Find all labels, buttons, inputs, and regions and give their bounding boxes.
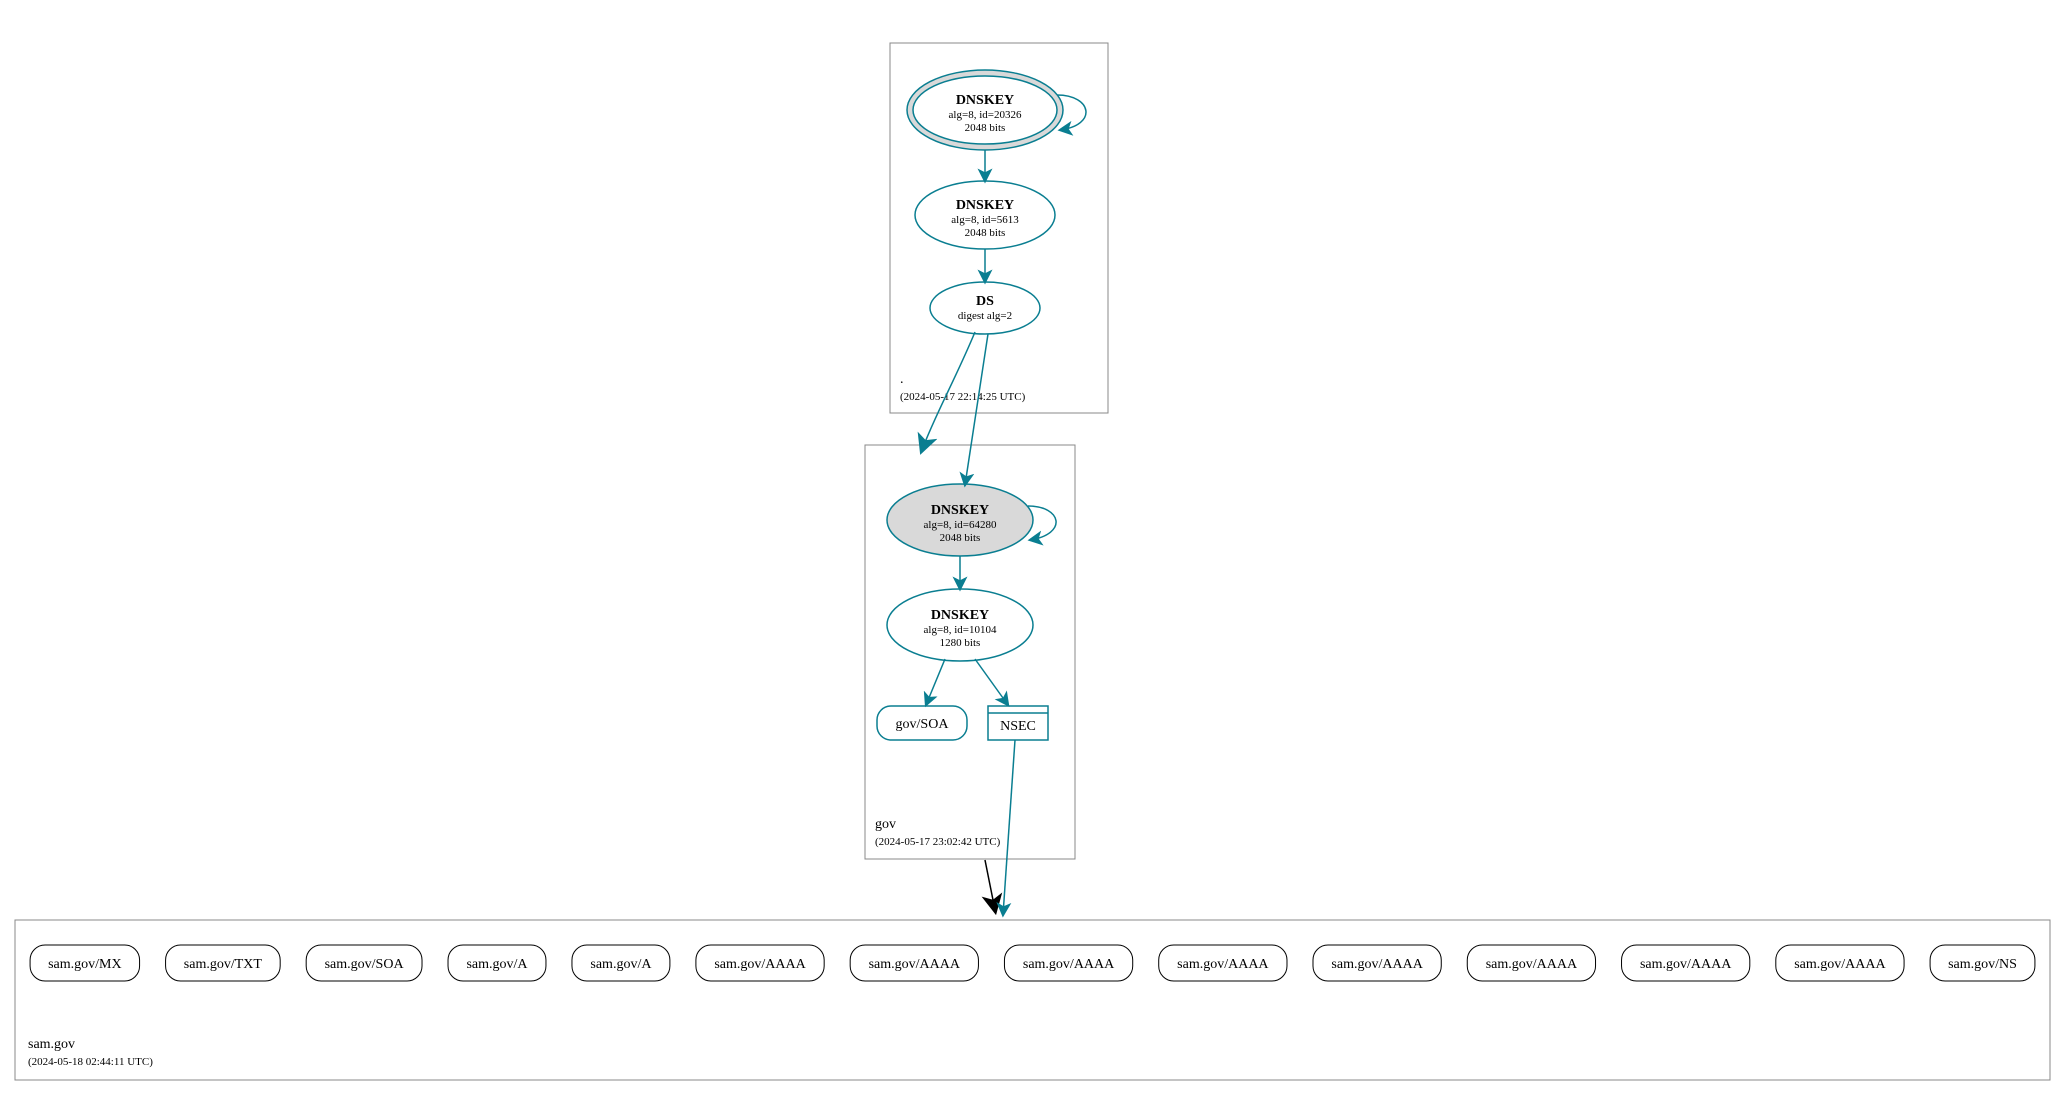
- gov-zsk-bits: 1280 bits: [940, 637, 981, 649]
- gov-nsec-label: NSEC: [1000, 719, 1036, 734]
- gov-zsk-alg: alg=8, id=10104: [924, 624, 997, 636]
- gov-ksk-bits: 2048 bits: [940, 532, 981, 544]
- leaf-label: sam.gov/AAAA: [1331, 957, 1423, 972]
- root-ksk-title: DNSKEY: [956, 93, 1014, 108]
- leaf-node: sam.gov/NS: [1930, 945, 2035, 981]
- node-gov-ksk: DNSKEY alg=8, id=64280 2048 bits: [887, 484, 1033, 556]
- leaf-label: sam.gov/AAAA: [1486, 957, 1578, 972]
- root-ksk-bits: 2048 bits: [965, 122, 1006, 134]
- edge-nsec-sam: [1003, 740, 1015, 915]
- root-ds-alg: digest alg=2: [958, 310, 1012, 322]
- node-root-ds: DS digest alg=2: [930, 282, 1040, 334]
- zone-gov-date: (2024-05-17 23:02:42 UTC): [875, 836, 1001, 848]
- leaf-label: sam.gov/AAAA: [714, 957, 806, 972]
- leaf-label: sam.gov/A: [466, 957, 528, 972]
- zone-sam-name: sam.gov: [28, 1037, 75, 1052]
- leaf-label: sam.gov/AAAA: [869, 957, 961, 972]
- gov-ksk-title: DNSKEY: [931, 503, 989, 518]
- leaf-node: sam.gov/A: [572, 945, 670, 981]
- node-gov-soa: gov/SOA: [877, 706, 967, 740]
- edge-ds-govksk-thin: [965, 334, 988, 485]
- gov-ksk-alg: alg=8, id=64280: [924, 519, 997, 531]
- leaf-node: sam.gov/AAAA: [696, 945, 824, 981]
- leaf-node: sam.gov/AAAA: [1159, 945, 1287, 981]
- leaf-node: sam.gov/AAAA: [1776, 945, 1904, 981]
- leaf-node: sam.gov/MX: [30, 945, 140, 981]
- leaf-nodes: sam.gov/MX sam.gov/TXT sam.gov/SOA sam.gov/…: [30, 945, 2035, 981]
- zone-gov-name: gov: [875, 817, 896, 832]
- node-root-zsk: DNSKEY alg=8, id=5613 2048 bits: [915, 181, 1055, 249]
- zone-root-name: .: [900, 372, 904, 387]
- leaf-label: sam.gov/AAAA: [1794, 957, 1886, 972]
- edge-govzsk-nsec: [975, 659, 1008, 705]
- edge-gov-sam-black: [985, 860, 995, 910]
- leaf-label: sam.gov/NS: [1948, 957, 2017, 972]
- zone-sam-date: (2024-05-18 02:44:11 UTC): [28, 1056, 153, 1068]
- leaf-node: sam.gov/AAAA: [1004, 945, 1132, 981]
- root-ksk-alg: alg=8, id=20326: [949, 109, 1022, 121]
- leaf-label: sam.gov/SOA: [325, 957, 405, 972]
- leaf-node: sam.gov/A: [448, 945, 546, 981]
- leaf-label: sam.gov/TXT: [184, 957, 263, 972]
- root-ds-title: DS: [976, 294, 994, 309]
- leaf-node: sam.gov/AAAA: [1313, 945, 1441, 981]
- zone-root-date: (2024-05-17 22:14:25 UTC): [900, 391, 1026, 403]
- root-zsk-alg: alg=8, id=5613: [951, 214, 1019, 226]
- dnssec-diagram: . (2024-05-17 22:14:25 UTC) DNSKEY alg=8…: [0, 0, 2065, 1094]
- root-zsk-bits: 2048 bits: [965, 227, 1006, 239]
- leaf-node: sam.gov/TXT: [166, 945, 281, 981]
- gov-soa-label: gov/SOA: [896, 717, 950, 732]
- gov-zsk-title: DNSKEY: [931, 608, 989, 623]
- zone-sam: [15, 920, 2050, 1080]
- leaf-node: sam.gov/AAAA: [1467, 945, 1595, 981]
- node-gov-zsk: DNSKEY alg=8, id=10104 1280 bits: [887, 589, 1033, 661]
- leaf-node: sam.gov/SOA: [306, 945, 422, 981]
- node-root-ksk: DNSKEY alg=8, id=20326 2048 bits: [907, 70, 1063, 150]
- leaf-label: sam.gov/AAAA: [1023, 957, 1115, 972]
- leaf-label: sam.gov/A: [590, 957, 652, 972]
- leaf-node: sam.gov/AAAA: [850, 945, 978, 981]
- leaf-label: sam.gov/AAAA: [1177, 957, 1269, 972]
- leaf-node: sam.gov/AAAA: [1622, 945, 1750, 981]
- leaf-label: sam.gov/AAAA: [1640, 957, 1732, 972]
- edge-govzsk-soa: [926, 659, 945, 705]
- node-gov-nsec: NSEC: [988, 706, 1048, 740]
- root-zsk-title: DNSKEY: [956, 198, 1014, 213]
- leaf-label: sam.gov/MX: [48, 957, 122, 972]
